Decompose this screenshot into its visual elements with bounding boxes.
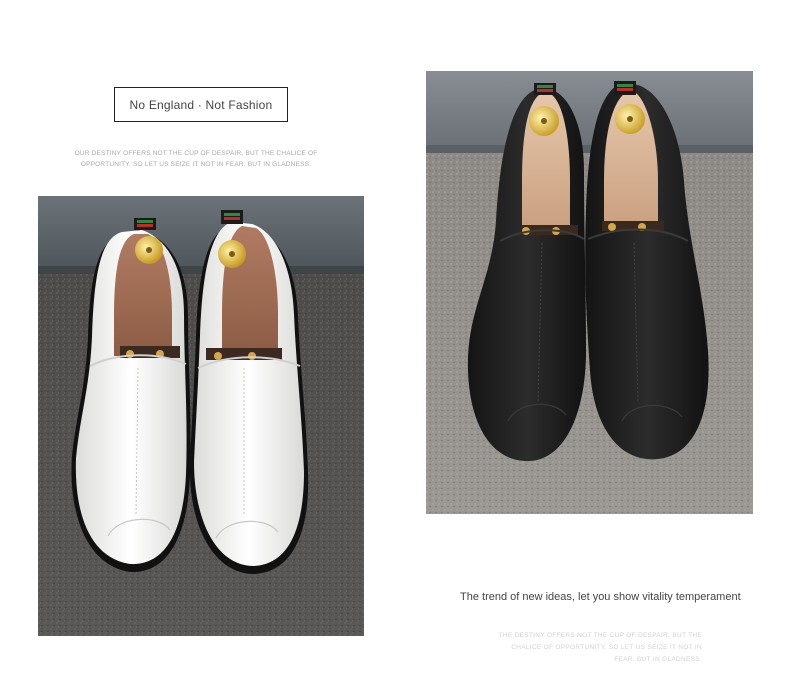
quote-small-line: OUR DESTINY OFFERS NOT THE CUP OF DESPAI…	[74, 150, 318, 157]
quote-faded: THE DESTINY OFFERS NOT THE CUP OF DESPAI…	[470, 630, 702, 666]
quote-faded-line: CHALICE OF OPPORTUNITY. SO LET US SEIZE …	[511, 644, 702, 651]
quote-faded-line: FEAR, BUT IN GLADNESS.	[614, 656, 702, 663]
white-loafers-photo	[38, 196, 364, 636]
tagline: The trend of new ideas, let you show vit…	[460, 591, 760, 603]
quote-small: OUR DESTINY OFFERS NOT THE CUP OF DESPAI…	[60, 148, 332, 170]
slogan-text: No England · Not Fashion	[129, 97, 273, 112]
quote-small-line: OPPORTUNITY. SO LET US SEIZE IT NOT IN F…	[80, 161, 312, 168]
tagline-text: The trend of new ideas, let you show vit…	[460, 591, 741, 603]
slogan-badge: No England · Not Fashion	[114, 87, 288, 122]
quote-faded-line: THE DESTINY OFFERS NOT THE CUP OF DESPAI…	[498, 632, 702, 639]
black-loafers-photo	[426, 71, 753, 514]
